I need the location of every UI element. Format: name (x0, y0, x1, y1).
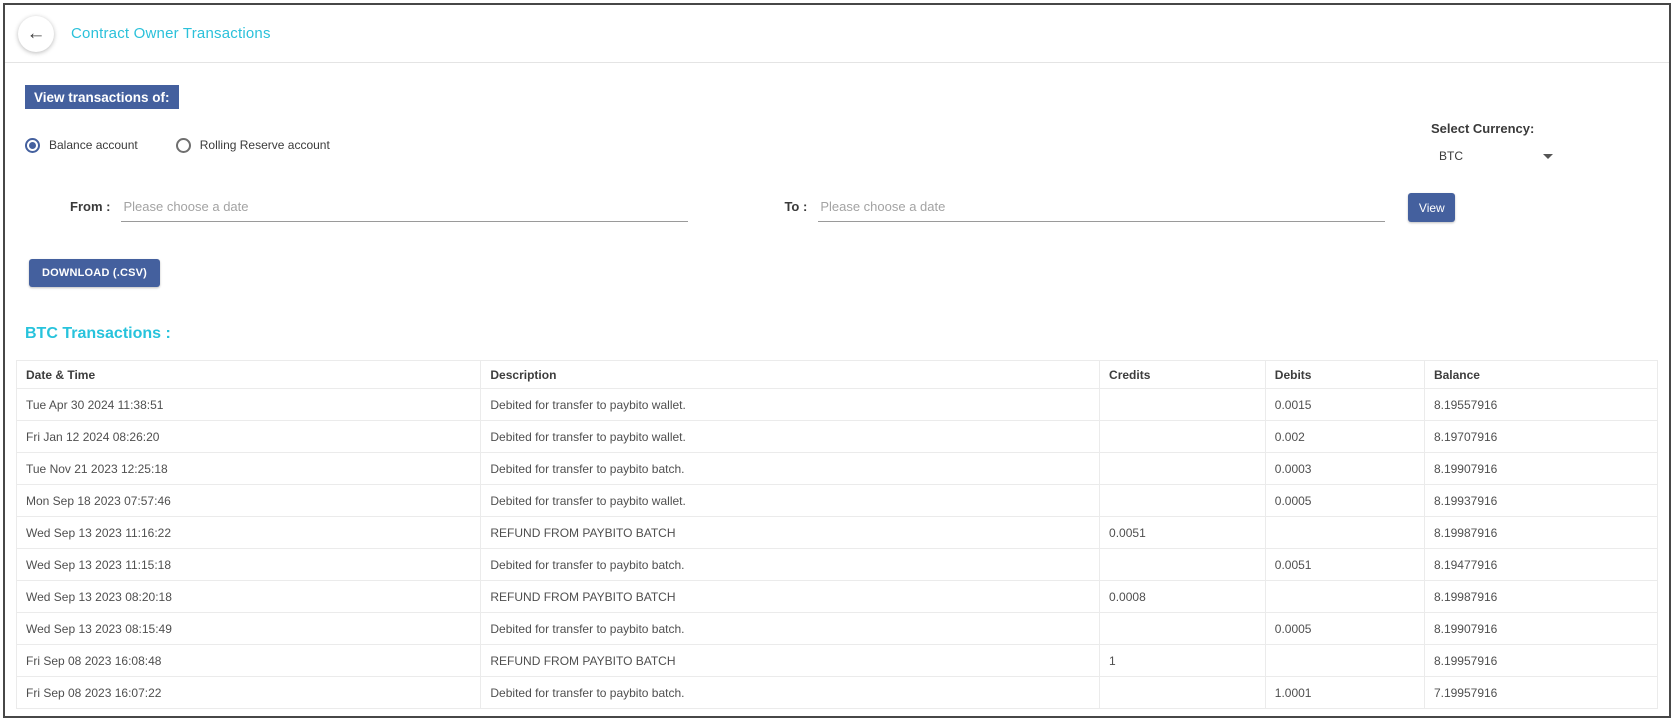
table-row: Wed Sep 13 2023 08:20:18REFUND FROM PAYB… (17, 581, 1658, 613)
view-transactions-of-label: View transactions of: (25, 85, 179, 109)
table-row: Tue Nov 21 2023 12:25:18Debited for tran… (17, 453, 1658, 485)
radio-label: Balance account (49, 138, 138, 152)
account-type-radio-group: Balance account Rolling Reserve account (25, 121, 368, 163)
cell-balance: 8.19937916 (1424, 485, 1657, 517)
cell-description: Debited for transfer to paybito batch. (481, 677, 1100, 709)
cell-description: Debited for transfer to paybito batch. (481, 549, 1100, 581)
cell-balance: 7.19957916 (1424, 677, 1657, 709)
cell-debits (1265, 517, 1424, 549)
table-row: Wed Sep 13 2023 11:15:18Debited for tran… (17, 549, 1658, 581)
column-header-datetime: Date & Time (17, 361, 481, 389)
cell-credits (1100, 421, 1266, 453)
cell-credits: 1 (1100, 645, 1266, 677)
table-header-row: Date & Time Description Credits Debits B… (17, 361, 1658, 389)
cell-balance: 8.19557916 (1424, 389, 1657, 421)
cell-credits (1100, 485, 1266, 517)
cell-description: REFUND FROM PAYBITO BATCH (481, 581, 1100, 613)
cell-balance: 8.19477916 (1424, 549, 1657, 581)
cell-debits: 0.002 (1265, 421, 1424, 453)
filters-section: View transactions of: Balance account Rol… (5, 63, 1669, 343)
cell-balance: 8.19907916 (1424, 613, 1657, 645)
radio-balance-account[interactable]: Balance account (25, 138, 138, 153)
column-header-description: Description (481, 361, 1100, 389)
cell-credits: 0.0008 (1100, 581, 1266, 613)
cell-description: REFUND FROM PAYBITO BATCH (481, 517, 1100, 549)
from-label: From : (70, 199, 110, 222)
cell-debits: 0.0015 (1265, 389, 1424, 421)
transactions-table: Date & Time Description Credits Debits B… (16, 360, 1658, 709)
top-header-bar: ← Contract Owner Transactions (5, 5, 1669, 63)
app-window: ← Contract Owner Transactions View trans… (3, 3, 1671, 718)
cell-datetime: Wed Sep 13 2023 11:15:18 (17, 549, 481, 581)
cell-balance: 8.19957916 (1424, 645, 1657, 677)
cell-credits: 0.0051 (1100, 517, 1266, 549)
cell-datetime: Fri Sep 08 2023 16:07:22 (17, 677, 481, 709)
cell-description: Debited for transfer to paybito wallet. (481, 421, 1100, 453)
back-arrow-icon: ← (27, 23, 46, 45)
cell-datetime: Tue Apr 30 2024 11:38:51 (17, 389, 481, 421)
cell-debits (1265, 645, 1424, 677)
page-title: Contract Owner Transactions (71, 25, 271, 42)
table-row: Tue Apr 30 2024 11:38:51Debited for tran… (17, 389, 1658, 421)
cell-credits (1100, 549, 1266, 581)
cell-debits: 0.0005 (1265, 485, 1424, 517)
radio-rolling-reserve-account[interactable]: Rolling Reserve account (176, 138, 330, 153)
cell-debits: 0.0003 (1265, 453, 1424, 485)
cell-datetime: Wed Sep 13 2023 08:20:18 (17, 581, 481, 613)
download-csv-button[interactable]: DOWNLOAD (.CSV) (29, 259, 160, 287)
view-button[interactable]: View (1408, 193, 1455, 222)
cell-datetime: Fri Sep 08 2023 16:08:48 (17, 645, 481, 677)
column-header-balance: Balance (1424, 361, 1657, 389)
select-currency-label: Select Currency: (1431, 121, 1553, 136)
cell-debits: 0.0051 (1265, 549, 1424, 581)
to-label: To : (784, 199, 807, 222)
table-row: Fri Sep 08 2023 16:08:48REFUND FROM PAYB… (17, 645, 1658, 677)
cell-description: Debited for transfer to paybito wallet. (481, 485, 1100, 517)
cell-datetime: Mon Sep 18 2023 07:57:46 (17, 485, 481, 517)
currency-dropdown[interactable]: BTC (1431, 149, 1553, 163)
cell-datetime: Fri Jan 12 2024 08:26:20 (17, 421, 481, 453)
radio-circle-icon (176, 138, 191, 153)
table-row: Mon Sep 18 2023 07:57:46Debited for tran… (17, 485, 1658, 517)
cell-credits (1100, 389, 1266, 421)
transactions-table-wrap: Date & Time Description Credits Debits B… (5, 360, 1669, 709)
table-row: Wed Sep 13 2023 08:15:49Debited for tran… (17, 613, 1658, 645)
btc-transactions-heading: BTC Transactions : (25, 325, 1649, 343)
to-date-input[interactable] (818, 194, 1385, 222)
cell-credits (1100, 613, 1266, 645)
table-row: Fri Jan 12 2024 08:26:20Debited for tran… (17, 421, 1658, 453)
cell-balance: 8.19987916 (1424, 581, 1657, 613)
date-filter-row: From : To : View (25, 193, 1649, 222)
cell-description: Debited for transfer to paybito wallet. (481, 389, 1100, 421)
currency-block: Select Currency: BTC (1431, 121, 1553, 163)
cell-description: Debited for transfer to paybito batch. (481, 453, 1100, 485)
cell-debits: 1.0001 (1265, 677, 1424, 709)
from-date-input[interactable] (121, 194, 688, 222)
cell-description: Debited for transfer to paybito batch. (481, 613, 1100, 645)
cell-balance: 8.19907916 (1424, 453, 1657, 485)
column-header-debits: Debits (1265, 361, 1424, 389)
cell-credits (1100, 677, 1266, 709)
cell-datetime: Wed Sep 13 2023 08:15:49 (17, 613, 481, 645)
currency-dropdown-value: BTC (1439, 149, 1463, 163)
cell-debits: 0.0005 (1265, 613, 1424, 645)
cell-balance: 8.19987916 (1424, 517, 1657, 549)
cell-debits (1265, 581, 1424, 613)
cell-datetime: Tue Nov 21 2023 12:25:18 (17, 453, 481, 485)
column-header-credits: Credits (1100, 361, 1266, 389)
cell-datetime: Wed Sep 13 2023 11:16:22 (17, 517, 481, 549)
table-row: Fri Sep 08 2023 16:07:22Debited for tran… (17, 677, 1658, 709)
cell-balance: 8.19707916 (1424, 421, 1657, 453)
cell-credits (1100, 453, 1266, 485)
table-row: Wed Sep 13 2023 11:16:22REFUND FROM PAYB… (17, 517, 1658, 549)
back-button[interactable]: ← (18, 16, 54, 52)
cell-description: REFUND FROM PAYBITO BATCH (481, 645, 1100, 677)
chevron-down-icon (1543, 154, 1553, 159)
radio-label: Rolling Reserve account (200, 138, 330, 152)
radio-circle-icon (25, 138, 40, 153)
